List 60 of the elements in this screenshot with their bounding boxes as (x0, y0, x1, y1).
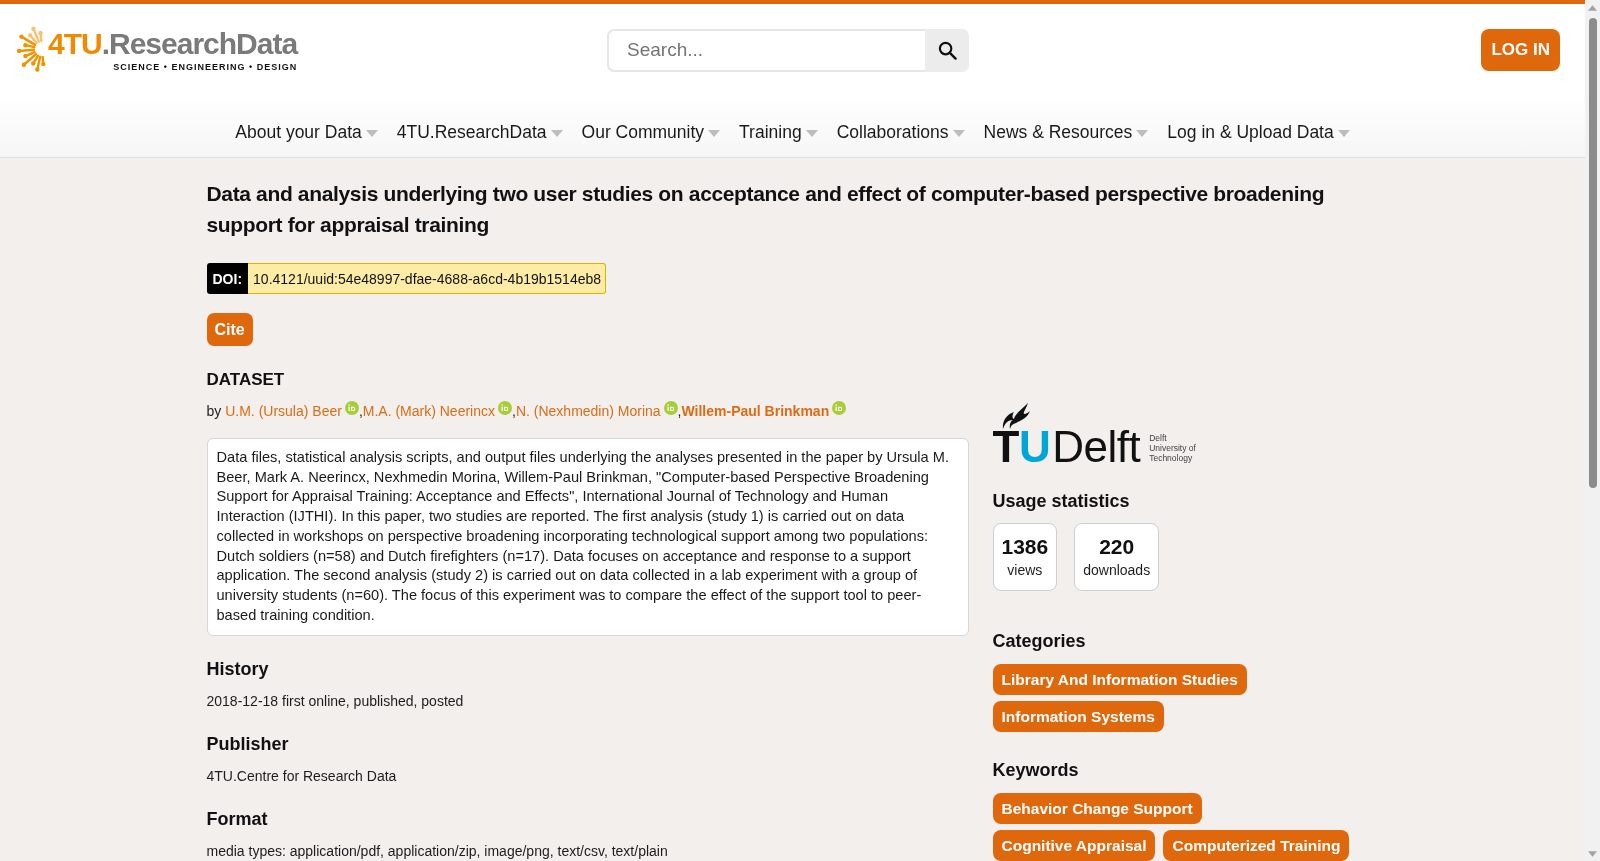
author-link[interactable]: U.M. (Ursula) Beer (225, 403, 342, 419)
stat-value: 1386 (1001, 534, 1049, 560)
caret-down-icon (550, 129, 563, 137)
caret-down-icon (1136, 129, 1149, 137)
category-tag[interactable]: Library And Information Studies (992, 664, 1247, 695)
doi-link[interactable]: 10.4121/uuid:54e48997-dfae-4688-a6cd-4b19b1514eb8 (248, 263, 607, 294)
nav-menu-item[interactable]: Collaborations (836, 120, 965, 144)
author-byline: by U.M. (Ursula) Beer ,M.A. (Mark) Neerincx ,N. (Nexhmedin) Morina ,Willem-Paul Brinkman (206, 401, 969, 421)
caret-down-icon (805, 129, 818, 137)
stat-label: downloads (1083, 561, 1151, 580)
id-circle-icon (344, 401, 359, 415)
search-button[interactable] (925, 28, 969, 72)
nav-menu-item[interactable]: Our Community (581, 120, 721, 144)
id-circle-icon (663, 401, 678, 415)
section-heading: Categories (992, 630, 1087, 653)
caret-down-icon (1337, 129, 1350, 137)
stat-label: views (1007, 561, 1043, 580)
section-heading: Keywords (992, 759, 1080, 782)
section-text: 2018-12-18 first online, published, posted (206, 692, 465, 712)
id-circle-icon (498, 401, 512, 415)
nav-menu-item[interactable]: Log in & Upload Data (1167, 120, 1350, 144)
section-heading: Usage statistics (992, 490, 1131, 513)
logo-tagline: SCIENCE • ENGINEERING • DESIGN (113, 61, 298, 73)
nav-menu-item[interactable]: Training (739, 120, 818, 144)
section-text: media types: application/pdf, application/zip, image/png, text/csv, text/plain (206, 842, 669, 861)
description-text: Data files, statistical analysis scripts, and output files underlying the analyses presented in the paper by Ursula M. Beer, Mark A. Neerincx, Nexhmedin Morina, Willem-Paul Brinkman, "Computer-based Perspective Broadening Support for Appraisal Training: Acceptance and Effects", International Journal of Technology and Human Interaction (IJTHI). In this paper, two studies are reported. The first analysis (study 1) is carried out on data collected in workshops on perspective broadening incorporating technological support among two populations: Dutch soldiers (n=58) and Dutch firefighters (n=17). Data focuses on acceptance and response to a support application. The second analysis (study 2) is carried out on data collected in a lab experiment with a group of university students (n=60). The focus of this experiment was to compare the effect of the support tool to peer-based training condition. (206, 438, 969, 637)
keyword-tag[interactable]: Computerized Training (1163, 830, 1350, 861)
section-heading: Format (206, 808, 269, 832)
item-type: DATASET (206, 369, 286, 391)
caret-down-icon (708, 129, 721, 137)
nav-menu-item[interactable]: News & Resources (983, 120, 1149, 144)
doi-label: DOI: (206, 263, 249, 294)
author-link[interactable]: Willem-Paul Brinkman (681, 403, 830, 419)
scrollbar-thumb[interactable] (1588, 18, 1597, 488)
section-text: 4TU.Centre for Research Data (206, 767, 398, 787)
section-heading: Publisher (206, 733, 290, 757)
author-link[interactable]: M.A. (Mark) Neerincx (362, 403, 495, 419)
search-field[interactable]: Search... (607, 28, 925, 72)
dataset-title: Data and analysis underlying two user studies on acceptance and effect of computer-based perspective broadening support for appraisal training (206, 181, 1326, 238)
id-circle-icon (832, 401, 847, 415)
section-heading: History (206, 658, 270, 682)
scroll-down-icon[interactable] (1588, 851, 1597, 857)
institution-subtitle: Delft University of Technology (1149, 433, 1196, 463)
flame-icon (1000, 402, 1031, 430)
keyword-tag[interactable]: Cognitive Appraisal (992, 830, 1156, 861)
cite-button[interactable]: Cite (206, 313, 253, 346)
stat-value: 220 (1099, 534, 1135, 560)
nav-menu-item[interactable]: About your Data (235, 120, 378, 144)
scrollbar[interactable] (1585, 0, 1600, 861)
search-icon (937, 40, 957, 60)
caret-down-icon (952, 129, 965, 137)
nav-menu-item[interactable]: 4TU.ResearchData (396, 120, 563, 144)
scroll-up-icon[interactable] (1588, 5, 1597, 11)
keyword-tag[interactable]: Behavior Change Support (992, 793, 1202, 824)
login-button[interactable]: LOG IN (1481, 29, 1560, 71)
category-tag[interactable]: Information Systems (992, 701, 1164, 732)
author-link[interactable]: N. (Nexhmedin) Morina (515, 403, 661, 419)
institution-wordmark: TUDelft (992, 430, 1141, 464)
caret-down-icon (365, 129, 378, 137)
logo-wordmark[interactable]: 4TU.ResearchData (48, 27, 298, 61)
